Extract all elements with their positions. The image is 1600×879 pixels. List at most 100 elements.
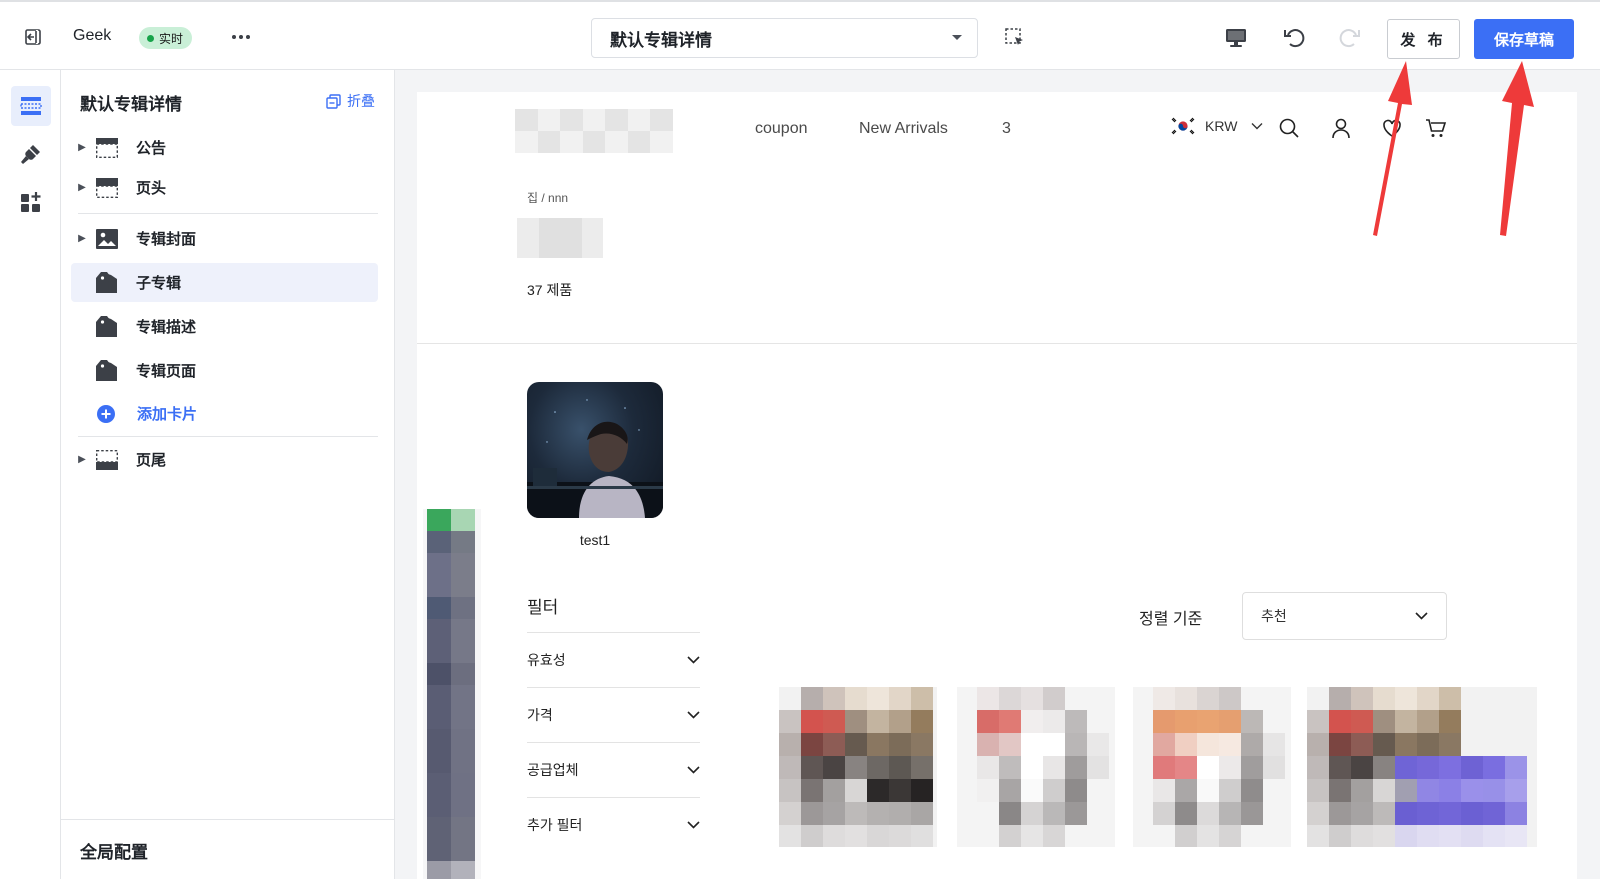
collapse-all-button[interactable]: 折叠 <box>326 91 375 111</box>
subcollection-thumbnail[interactable] <box>527 382 663 518</box>
preview-divider <box>417 343 1577 344</box>
rail-theme-button[interactable] <box>11 134 51 174</box>
section-label: 专辑封面 <box>136 231 197 248</box>
live-dot-icon <box>147 34 154 42</box>
filter-vendor[interactable]: 공급업체 <box>527 742 700 797</box>
filter-label: 추가 필터 <box>527 817 583 833</box>
chevron-down-icon <box>1415 612 1428 620</box>
store-name: Geek <box>73 27 112 44</box>
section-footer[interactable]: ▶ 页尾 <box>71 440 378 479</box>
desktop-view-button[interactable] <box>1224 26 1248 50</box>
add-card-label: 添加卡片 <box>137 406 198 423</box>
exit-icon <box>25 29 41 45</box>
account-icon[interactable] <box>1329 116 1353 140</box>
rail-sections-button[interactable] <box>11 86 51 126</box>
sort-select[interactable]: 추천 <box>1242 592 1447 640</box>
announcement-section-icon <box>95 137 127 159</box>
global-config-button[interactable]: 全局配置 <box>61 819 395 879</box>
expand-caret-icon[interactable]: ▶ <box>71 142 93 153</box>
product-image-blurred[interactable] <box>957 687 1115 847</box>
store-logo-blurred[interactable] <box>515 109 673 153</box>
collection-title-blurred <box>517 218 603 258</box>
filter-label: 가격 <box>527 707 553 723</box>
currency-selector[interactable]: KRW <box>1169 116 1263 136</box>
publish-button[interactable]: 发 布 <box>1387 19 1460 59</box>
add-card-button[interactable]: 添加卡片 <box>71 394 378 433</box>
collapse-icon <box>326 93 341 109</box>
redo-icon <box>1339 29 1360 48</box>
panel-divider <box>78 213 378 214</box>
collapse-label: 折叠 <box>347 93 375 109</box>
block-label: 子专辑 <box>136 275 182 292</box>
blurred-side-strip <box>423 509 481 879</box>
section-label: 页头 <box>136 180 167 197</box>
select-cursor-icon <box>1005 28 1023 45</box>
filter-price[interactable]: 가격 <box>527 687 700 742</box>
redo-button[interactable] <box>1336 24 1362 50</box>
filter-title: 필터 <box>527 598 559 617</box>
image-icon <box>95 228 127 250</box>
cart-icon[interactable] <box>1424 116 1448 140</box>
expand-caret-icon[interactable]: ▶ <box>71 454 93 465</box>
nav-link-coupon[interactable]: coupon <box>755 120 808 138</box>
exit-editor-button[interactable] <box>20 24 46 50</box>
block-label: 专辑页面 <box>136 363 197 380</box>
nav-link-3[interactable]: 3 <box>1002 120 1011 138</box>
live-status-badge: 实时 <box>139 27 193 49</box>
section-label: 公告 <box>136 140 167 157</box>
nav-link-new-arrivals[interactable]: New Arrivals <box>859 120 948 138</box>
sections-panel: 默认专辑详情 折叠 ▶ 公告 ▶ 页头 ▶ 专辑封面 子专辑 专辑描述 专辑页面… <box>61 70 395 879</box>
chevron-down-icon <box>687 711 700 719</box>
undo-icon <box>1284 29 1305 48</box>
filter-availability[interactable]: 유효성 <box>527 632 700 687</box>
search-icon[interactable] <box>1277 116 1301 140</box>
filter-label: 유효성 <box>527 652 566 668</box>
korea-flag-icon <box>1169 116 1197 136</box>
sort-value: 추천 <box>1261 608 1287 624</box>
desktop-icon <box>1226 29 1246 47</box>
chevron-down-icon <box>687 766 700 774</box>
product-image-blurred[interactable] <box>779 687 937 847</box>
left-icon-rail <box>0 70 61 879</box>
section-collection-banner[interactable]: ▶ 专辑封面 <box>71 219 378 258</box>
more-horizontal-icon <box>232 35 250 39</box>
panel-title: 默认专辑详情 <box>80 95 182 114</box>
save-draft-button[interactable]: 保存草稿 <box>1474 19 1574 59</box>
product-count: 37 제품 <box>527 282 573 298</box>
rail-apps-button[interactable] <box>11 182 51 222</box>
tag-icon <box>95 315 127 339</box>
product-image-blurred[interactable] <box>1307 687 1537 847</box>
subcollection-label[interactable]: test1 <box>527 532 663 548</box>
breadcrumb[interactable]: 집 / nnn <box>527 189 568 206</box>
section-header[interactable]: ▶ 页头 <box>71 168 378 207</box>
block-collection-page[interactable]: 专辑页面 <box>71 351 378 390</box>
product-image-blurred[interactable] <box>1133 687 1291 847</box>
section-label: 页尾 <box>136 452 167 469</box>
wishlist-heart-icon[interactable] <box>1380 116 1404 140</box>
page-template-select[interactable]: 默认专辑详情 <box>591 18 978 58</box>
plus-circle-icon <box>96 404 128 424</box>
expand-caret-icon[interactable]: ▶ <box>71 182 93 193</box>
filter-more[interactable]: 추가 필터 <box>527 797 700 852</box>
expand-caret-icon[interactable]: ▶ <box>71 233 93 244</box>
undo-button[interactable] <box>1282 24 1308 50</box>
tag-icon <box>95 359 127 383</box>
preview-canvas: coupon New Arrivals 3 KRW 집 / nnn 37 제품 <box>395 70 1600 879</box>
sort-label: 정렬 기준 <box>1139 611 1203 628</box>
inspect-select-button[interactable] <box>1004 27 1026 49</box>
footer-section-icon <box>95 449 127 471</box>
section-announcement[interactable]: ▶ 公告 <box>71 128 378 167</box>
header-section-icon <box>95 177 127 199</box>
block-collection-description[interactable]: 专辑描述 <box>71 307 378 346</box>
page-template-value: 默认专辑详情 <box>610 30 712 50</box>
filter-label: 공급업체 <box>527 762 579 778</box>
live-status-label: 实时 <box>159 31 184 46</box>
store-preview: coupon New Arrivals 3 KRW 집 / nnn 37 제품 <box>417 92 1577 879</box>
tag-icon <box>95 271 127 295</box>
chevron-down-icon <box>1251 123 1263 130</box>
block-subcollection[interactable]: 子专辑 <box>71 263 378 302</box>
sections-layout-icon <box>20 97 42 115</box>
more-options-button[interactable] <box>228 24 254 50</box>
chevron-down-icon <box>687 656 700 664</box>
paint-brush-icon <box>21 145 40 164</box>
